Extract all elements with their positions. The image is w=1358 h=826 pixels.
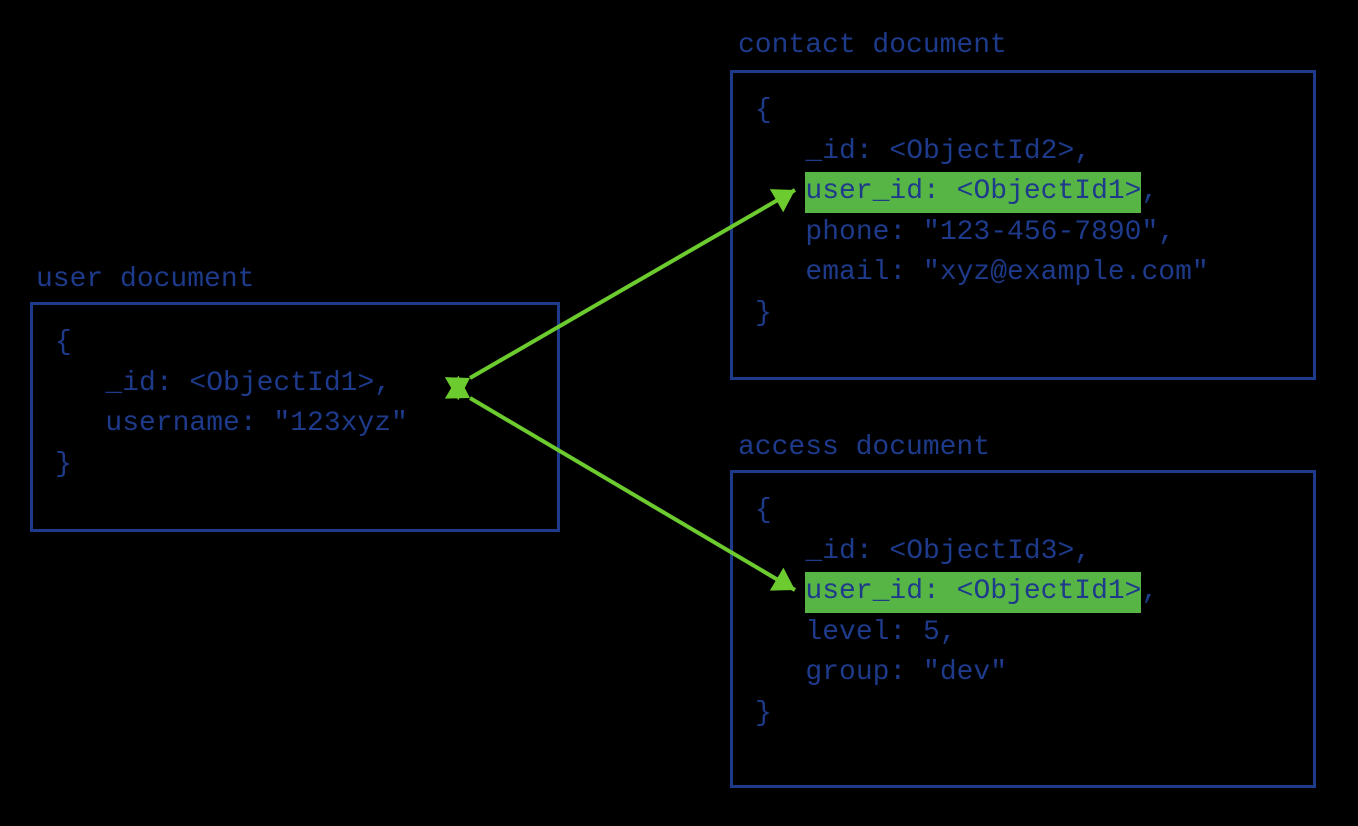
- contact-brace-close: }: [755, 294, 1291, 335]
- user-doc-box: { _id: <ObjectId1>, username: "123xyz" }: [30, 302, 560, 532]
- user-id-line: _id: <ObjectId1>,: [55, 364, 535, 405]
- access-userid-line: user_id: <ObjectId1>,: [755, 572, 1291, 613]
- contact-email-line: email: "xyz@example.com": [755, 253, 1291, 294]
- access-brace-open: {: [755, 491, 1291, 532]
- access-userid-highlight: user_id: <ObjectId1>: [805, 572, 1141, 613]
- access-level-line: level: 5,: [755, 613, 1291, 654]
- user-brace-open: {: [55, 323, 535, 364]
- access-brace-close: }: [755, 694, 1291, 735]
- access-group-line: group: "dev": [755, 653, 1291, 694]
- contact-phone-line: phone: "123-456-7890",: [755, 213, 1291, 254]
- access-id-line: _id: <ObjectId3>,: [755, 532, 1291, 573]
- contact-id-line: _id: <ObjectId2>,: [755, 132, 1291, 173]
- access-doc-title: access document: [738, 432, 990, 463]
- user-doc-title: user document: [36, 264, 254, 295]
- contact-doc-title: contact document: [738, 30, 1007, 61]
- access-doc-box: { _id: <ObjectId3>, user_id: <ObjectId1>…: [730, 470, 1316, 788]
- contact-userid-highlight: user_id: <ObjectId1>: [805, 172, 1141, 213]
- contact-brace-open: {: [755, 91, 1291, 132]
- contact-doc-box: { _id: <ObjectId2>, user_id: <ObjectId1>…: [730, 70, 1316, 380]
- contact-userid-line: user_id: <ObjectId1>,: [755, 172, 1291, 213]
- user-brace-close: }: [55, 445, 535, 486]
- user-username-line: username: "123xyz": [55, 404, 535, 445]
